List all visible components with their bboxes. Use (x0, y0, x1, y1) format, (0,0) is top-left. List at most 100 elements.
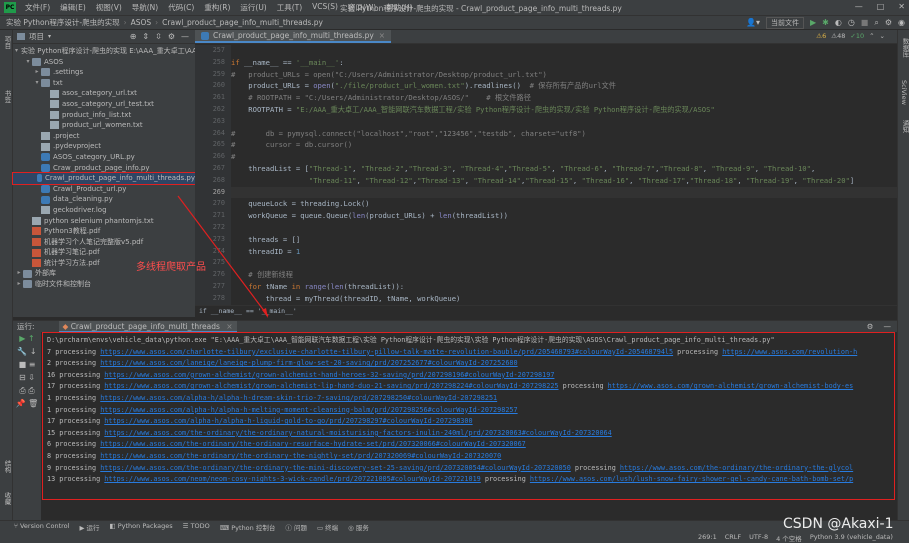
project-tool-tab[interactable]: 项目 (2, 36, 12, 49)
menu-item[interactable]: 视图(V) (91, 2, 127, 13)
tree-item[interactable]: Craw_product_page_info.py (13, 163, 195, 174)
console-link[interactable]: https://www.asos.com/grown-alchemist/gro… (104, 382, 558, 390)
line-separator[interactable]: CRLF (725, 533, 741, 543)
settings-gear-icon[interactable]: ⚙ (885, 18, 892, 27)
code-line[interactable]: queueLock = threading.Lock() (231, 198, 897, 210)
run-console-output[interactable]: D:\prcharm\envs\vehicle_data\python.exe … (42, 332, 895, 500)
console-link[interactable]: https://www.asos.com/revolution-h (722, 348, 857, 356)
tree-item[interactable]: .project (13, 131, 195, 142)
console-link[interactable]: https://www.asos.com/grown-alchemist/gro… (608, 382, 854, 390)
menu-item[interactable]: 文件(F) (20, 2, 55, 13)
hide-icon[interactable]: — (181, 32, 189, 41)
console-link[interactable]: https://www.asos.com/the-ordinary/the-or… (104, 429, 611, 437)
breadcrumb-file[interactable]: Crawl_product_page_info_multi_threads.py (158, 18, 327, 27)
user-icon[interactable]: 👤▾ (746, 18, 760, 27)
code-line[interactable] (231, 257, 897, 269)
tree-item[interactable]: Crawl_product_page_info_multi_threads.py (12, 172, 196, 185)
bottom-tab[interactable]: ⌨ Python 控制台 (220, 522, 276, 532)
tree-item[interactable]: geckodriver.log (13, 205, 195, 216)
tree-item[interactable]: ▾ ASOS (13, 57, 195, 68)
bottom-tab[interactable]: ⓘ 问题 (285, 522, 307, 532)
sciview-tool-tab[interactable]: SciView (900, 80, 908, 105)
console-link[interactable]: https://www.asos.com/alpha-h/alpha-h-dre… (100, 394, 497, 402)
close-tab-icon[interactable]: × (379, 31, 385, 40)
file-encoding[interactable]: UTF-8 (749, 533, 768, 543)
breadcrumb-folder[interactable]: ASOS (127, 18, 156, 27)
code-line[interactable] (231, 116, 897, 128)
tree-item[interactable]: 机器学习笔记.pdf (13, 247, 195, 258)
menu-item[interactable]: 运行(U) (235, 2, 271, 13)
close-tab-icon[interactable]: × (226, 322, 232, 331)
code-line[interactable] (231, 186, 897, 199)
plugin-icon[interactable]: ◉ (898, 18, 905, 27)
hide-panel-icon[interactable]: — (884, 322, 898, 331)
menu-item[interactable]: 编辑(E) (55, 2, 91, 13)
console-link[interactable]: https://www.asos.com/the-ordinary/the-or… (100, 440, 526, 448)
inspection-widget[interactable]: ⚠6 ⚠48 ✓10 ⌃ ⌄ (816, 32, 885, 40)
interpreter-selector[interactable]: Python 3.9 (vehicle_data) (810, 533, 893, 543)
console-link[interactable]: https://www.asos.com/the-ordinary/the-or… (100, 464, 571, 472)
gear-icon[interactable]: ⚙ (168, 32, 175, 41)
code-line[interactable]: # product_URLs = open("C:/Users/Administ… (231, 69, 897, 81)
expand-icon[interactable]: ⇳ (155, 32, 162, 41)
chevron-up-icon[interactable]: ⌃ (869, 32, 874, 40)
code-line[interactable]: for tName in range(len(threadList)): (231, 281, 897, 293)
editor-tab-active[interactable]: Crawl_product_page_info_multi_threads.py… (195, 30, 392, 43)
coverage-icon[interactable]: ◐ (835, 18, 842, 27)
code-line[interactable]: ROOTPATH = "E:/AAA_重大卓工/AAA_智能网联汽车数据工程/实… (231, 104, 897, 116)
tree-item[interactable]: product_info_list.txt (13, 110, 195, 121)
wrench-icon[interactable]: 🔧 ↓ (13, 345, 41, 358)
search-icon[interactable]: ⌕ (874, 18, 878, 28)
locate-icon[interactable]: ⊕ (130, 32, 137, 41)
chevron-right-icon[interactable]: ▸ (15, 279, 23, 290)
menu-item[interactable]: 代码(C) (163, 2, 199, 13)
bottom-tab[interactable]: ◎ 服务 (348, 522, 369, 532)
bookmarks-tool-tab[interactable]: 书签 (2, 90, 12, 103)
tree-item[interactable]: Crawl_Product_url.py (13, 184, 195, 195)
layout-icon[interactable]: ⊟ ⇩ (13, 371, 41, 384)
tree-item[interactable]: data_cleaning.py (13, 194, 195, 205)
code-line[interactable]: threadID = 1 (231, 246, 897, 258)
code-line[interactable]: # cursor = db.cursor() (231, 139, 897, 151)
code-breadcrumb[interactable]: if __name__ == '__main__' (195, 305, 897, 317)
bottom-tab[interactable]: ⑂ Version Control (14, 522, 69, 532)
console-link[interactable]: https://www.asos.com/alpha-h/alpha-h-liq… (104, 417, 472, 425)
tree-item[interactable]: ▾ txt (13, 78, 195, 89)
stop-icon[interactable]: ■ (861, 18, 869, 27)
bottom-tab[interactable]: ◧ Python Packages (110, 522, 173, 532)
code-line[interactable]: # ROOTPATH = "C:/Users/Administrator/Des… (231, 92, 897, 104)
code-line[interactable]: threadList = ["Thread-1", "Thread-2","Th… (231, 163, 897, 175)
code-line[interactable] (231, 222, 897, 234)
tree-item[interactable]: asos_category_url_test.txt (13, 99, 195, 110)
tree-item[interactable]: ▸ .settings (13, 67, 195, 78)
console-link[interactable]: https://www.asos.com/laneige/laneige-plu… (100, 359, 517, 367)
chevron-down-icon[interactable]: ▾ (48, 33, 51, 40)
code-line[interactable]: workQueue = queue.Queue(len(product_URLs… (231, 210, 897, 222)
code-line[interactable] (231, 45, 897, 57)
chevron-down-icon[interactable]: ⌄ (880, 32, 885, 40)
menu-item[interactable]: VCS(S) (307, 2, 343, 13)
favorites-tool-tab[interactable]: 收藏 (2, 492, 12, 505)
project-panel-title[interactable]: 项目 (29, 31, 44, 42)
chevron-right-icon[interactable]: ▸ (33, 67, 41, 78)
code-line[interactable]: # db = pymysql.connect("localhost","root… (231, 128, 897, 140)
profile-icon[interactable]: ◷ (848, 18, 855, 27)
code-line[interactable]: if __name__ == '__main__': (231, 57, 897, 69)
stop-icon[interactable]: ■ ≡ (13, 358, 41, 371)
console-link[interactable]: https://www.asos.com/the-ordinary/the-or… (100, 452, 501, 460)
code-line[interactable]: product_URLs = open("./file/product_url_… (231, 80, 897, 92)
code-line[interactable]: "Thread-11", "Thread-12","Thread-13", "T… (231, 175, 897, 187)
chevron-down-icon[interactable]: ▾ (33, 78, 41, 89)
tree-item[interactable]: ASOS_category_URL.py (13, 152, 195, 163)
run-tab[interactable]: ◆ Crawl_product_page_info_multi_threads … (58, 320, 237, 333)
tree-item[interactable]: ▾ 实验 Python程序设计-爬虫的实现 E:\AAA_重大卓工\AAA_ (13, 46, 205, 57)
console-link[interactable]: https://www.asos.com/alpha-h/alpha-h-mel… (100, 406, 517, 414)
chevron-right-icon[interactable]: ▸ (15, 268, 23, 279)
tree-item[interactable]: ▸ 临时文件和控制台 (13, 279, 195, 290)
tree-item[interactable]: Python3教程.pdf (13, 226, 195, 237)
code-line[interactable]: # 创建新线程 (231, 269, 897, 281)
menu-item[interactable]: 工具(T) (272, 2, 307, 13)
run-icon[interactable]: ▶ (810, 18, 816, 27)
maximize-icon[interactable]: □ (877, 2, 885, 11)
tree-item[interactable]: asos_category_url.txt (13, 88, 195, 99)
